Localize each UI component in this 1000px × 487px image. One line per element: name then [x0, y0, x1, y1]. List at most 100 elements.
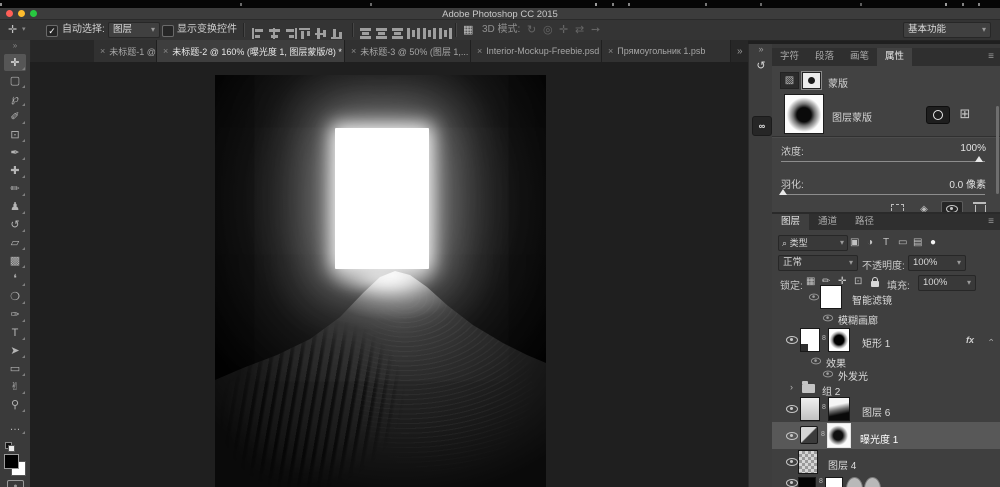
history-brush-tool[interactable]: ↺: [4, 216, 26, 233]
tab-brush[interactable]: 画笔: [842, 48, 877, 66]
layer-thumbnail[interactable]: [798, 477, 816, 487]
layers-panel-menu-icon[interactable]: ≡: [988, 214, 994, 230]
layer-row-exposure1-selected[interactable]: 8 曝光度 1: [772, 422, 1000, 449]
move-tool[interactable]: ✛: [4, 54, 26, 71]
layer-row-blur-gallery[interactable]: 模糊画廊: [772, 310, 1000, 327]
3d-scale-icon[interactable]: ➙: [591, 20, 600, 40]
layer-mask-thumbnail[interactable]: [784, 94, 824, 134]
layer-row-group2[interactable]: › 组 2: [772, 380, 1000, 398]
filter-type-dropdown[interactable]: ⌕ 类型 ▾: [778, 235, 848, 251]
3d-drag-icon[interactable]: ✛: [559, 20, 568, 40]
layer-row-outer-glow[interactable]: 外发光: [772, 367, 1000, 383]
tab-channels[interactable]: 通道: [809, 214, 846, 230]
tab-properties[interactable]: 属性: [877, 48, 913, 66]
panel-menu-icon[interactable]: ≡: [988, 48, 994, 66]
layer-thumbnail[interactable]: [800, 397, 820, 421]
feather-slider[interactable]: [781, 194, 985, 195]
tab-paths[interactable]: 路径: [846, 214, 883, 230]
distribute-horizontal-center-icon[interactable]: [423, 27, 437, 39]
properties-scrollbar[interactable]: [996, 106, 999, 194]
filter-type-layers-icon[interactable]: T: [883, 237, 889, 248]
eye-icon[interactable]: [786, 458, 798, 466]
zoom-tool[interactable]: ⚲: [4, 396, 26, 413]
gradient-tool[interactable]: ▩: [4, 252, 26, 269]
history-panel-icon[interactable]: ↺: [752, 56, 770, 74]
mask-button[interactable]: [926, 106, 950, 124]
quick-selection-tool[interactable]: ✐: [4, 108, 26, 125]
shape-thumbnail[interactable]: [800, 328, 820, 352]
crop-tool[interactable]: ⊡: [4, 126, 26, 143]
filter-adjustment-layers-icon[interactable]: ◑: [867, 237, 873, 248]
filter-smart-objects-icon[interactable]: ▤: [913, 237, 922, 248]
tab-untitled-2-active[interactable]: × 未标题-2 @ 160% (曝光度 1, 图层蒙版/8) *: [157, 40, 345, 62]
layer-row-effects[interactable]: 效果: [772, 354, 1000, 370]
close-tab-icon[interactable]: ×: [351, 46, 356, 56]
healing-brush-tool[interactable]: ✚: [4, 162, 26, 179]
blur-tool[interactable]: ❛: [4, 270, 26, 287]
path-selection-tool[interactable]: ➤: [4, 342, 26, 359]
pen-tool[interactable]: ✑: [4, 306, 26, 323]
quick-mask-icon[interactable]: ●: [7, 480, 24, 487]
document-canvas[interactable]: [215, 75, 546, 487]
close-tab-icon[interactable]: ×: [100, 46, 105, 56]
layer-row-partial[interactable]: 8: [772, 475, 1000, 487]
tab-overflow-icon[interactable]: »: [733, 40, 747, 62]
layer-row-smart-filters[interactable]: 智能滤镜: [772, 284, 1000, 310]
distribute-vertical-center-icon[interactable]: [375, 27, 389, 39]
layer-row-layer4[interactable]: 图层 4: [772, 449, 1000, 475]
group-expand-icon[interactable]: ›: [790, 382, 793, 392]
3d-slide-icon[interactable]: ⇄: [575, 20, 584, 40]
dock-collapse-icon[interactable]: »: [749, 44, 773, 54]
clone-stamp-tool[interactable]: ♟: [4, 198, 26, 215]
tab-rectangle-psb[interactable]: × Прямоугольник 1.psb: [602, 40, 731, 62]
filter-pixel-layers-icon[interactable]: ▣: [850, 237, 859, 248]
distribute-left-icon[interactable]: [407, 27, 421, 39]
fx-badge[interactable]: fx: [966, 335, 974, 345]
blend-mode-dropdown[interactable]: 正常 ▾: [778, 255, 858, 271]
eye-icon[interactable]: [810, 357, 822, 365]
foreground-color-swatch[interactable]: [4, 454, 19, 469]
shape-tool[interactable]: ▭: [4, 360, 26, 377]
auto-align-layers-icon[interactable]: ▦: [463, 20, 473, 40]
adjustment-thumbnail[interactable]: [800, 426, 818, 444]
eyedropper-tool[interactable]: ✒: [4, 144, 26, 161]
color-swatches[interactable]: [4, 454, 26, 476]
tool-preset-chevron-icon[interactable]: ▾: [22, 20, 26, 40]
filter-toggle-icon[interactable]: ●: [930, 237, 936, 248]
density-slider-thumb[interactable]: [975, 156, 983, 162]
3d-roll-icon[interactable]: ◎: [543, 20, 553, 40]
lasso-tool[interactable]: ℘: [4, 90, 26, 107]
marquee-tool[interactable]: ▢: [4, 72, 26, 89]
hand-tool[interactable]: ✌: [4, 378, 26, 395]
layer-mask-icon[interactable]: [801, 71, 822, 90]
3d-rotate-icon[interactable]: ↻: [527, 20, 536, 40]
eye-icon[interactable]: [822, 370, 834, 378]
mask-thumbnail[interactable]: [825, 477, 843, 487]
eye-icon[interactable]: [822, 314, 834, 322]
eye-icon[interactable]: [786, 336, 798, 344]
mask-thumbnail[interactable]: [828, 397, 850, 421]
workspace-dropdown[interactable]: 基本功能 ▾: [903, 22, 991, 38]
close-tab-icon[interactable]: ×: [477, 46, 482, 56]
eraser-tool[interactable]: ▱: [4, 234, 26, 251]
align-horizontal-center-icon[interactable]: [267, 27, 281, 39]
tab-untitled-1[interactable]: × 未标题-1 @ 100% (矩形 ...: [94, 40, 157, 62]
filter-shape-layers-icon[interactable]: ▭: [898, 237, 907, 248]
close-tab-icon[interactable]: ×: [608, 46, 613, 56]
auto-select-checkbox[interactable]: ✓: [46, 25, 58, 37]
eye-icon[interactable]: [786, 432, 798, 440]
add-vector-mask-icon[interactable]: ⊞: [956, 105, 974, 123]
dodge-tool[interactable]: ❍: [4, 288, 26, 305]
align-top-icon[interactable]: [299, 27, 313, 39]
tab-character[interactable]: 字符: [772, 48, 807, 66]
tab-interior-mockup[interactable]: × Interior-Mockup-Freebie.psd: [471, 40, 602, 62]
brush-tool[interactable]: ✏: [4, 180, 26, 197]
smart-filter-thumbnail[interactable]: [820, 285, 842, 309]
tab-paragraph[interactable]: 段落: [807, 48, 842, 66]
eye-icon[interactable]: [808, 293, 820, 301]
swap-colors-icon[interactable]: [5, 442, 15, 452]
distribute-bottom-icon[interactable]: [391, 27, 405, 39]
transparent-thumbnail[interactable]: [798, 450, 818, 474]
tab-layers[interactable]: 图层: [772, 214, 810, 230]
eye-icon[interactable]: [786, 479, 798, 487]
